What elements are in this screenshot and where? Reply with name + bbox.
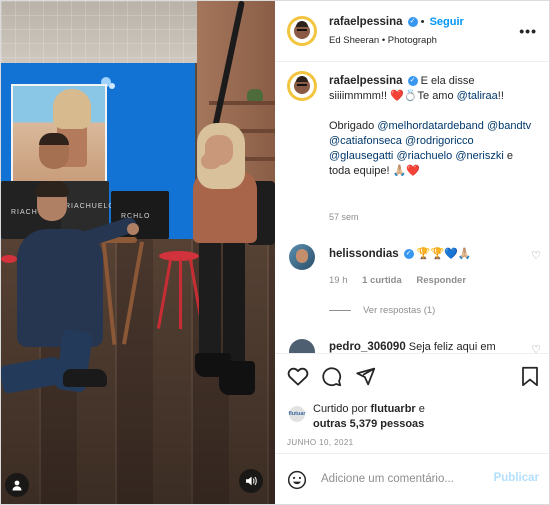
heart-icon[interactable]: [287, 366, 309, 386]
plant-pot: [247, 89, 263, 101]
comment-avatar[interactable]: [289, 244, 315, 270]
caption-username[interactable]: rafaelpessina: [329, 75, 403, 87]
verified-icon: ✓: [407, 17, 418, 28]
post-caption: rafaelpessina ✓ E ela disse siiiimmmm!! …: [329, 74, 533, 179]
woman-leg: [199, 239, 221, 363]
follow-button[interactable]: Seguir: [430, 16, 464, 28]
woman-boot: [219, 361, 255, 395]
add-comment-bar: Publicar: [275, 453, 549, 505]
comment-avatar[interactable]: [289, 339, 315, 353]
bag-label: RIACHUELO: [65, 203, 115, 210]
emoji-icon[interactable]: [287, 470, 307, 490]
post-media[interactable]: RIACH RIACHUELO RCHLO: [1, 1, 275, 504]
post-actions: flutuar Curtido por flutuarbr e outras 5…: [275, 353, 549, 454]
separator-dot: •: [420, 16, 425, 28]
liked-by-prefix: Curtido por: [313, 403, 371, 415]
caption-mention[interactable]: @taliraa: [457, 90, 498, 102]
woman-leg: [223, 239, 245, 367]
caption-text: Obrigado: [329, 120, 378, 132]
instagram-post: RIACH RIACHUELO RCHLO rafaelpessina ✓ • …: [0, 0, 550, 505]
caption-mention[interactable]: @catiafonseca: [329, 135, 402, 147]
caption-avatar[interactable]: [287, 71, 317, 101]
comment: helissondias ✓ 🏆🏆💙🙏🏼: [329, 247, 472, 260]
caption-emoji: 💍: [403, 90, 418, 102]
man-shoe: [63, 369, 107, 387]
user-tag-icon: [12, 480, 22, 491]
verified-icon: ✓: [403, 249, 414, 260]
more-icon[interactable]: •••: [519, 23, 537, 39]
sound-button[interactable]: [239, 469, 263, 493]
verified-icon: ✓: [407, 76, 418, 87]
caption-mention[interactable]: @neriszki: [455, 150, 503, 162]
reply-button[interactable]: Responder: [416, 275, 466, 286]
publish-button[interactable]: Publicar: [494, 472, 539, 484]
woman-hand: [201, 153, 221, 169]
caption-text: !!: [497, 90, 504, 102]
liked-by-user[interactable]: flutuarbr: [370, 403, 415, 415]
liker-avatar[interactable]: flutuar: [288, 406, 306, 422]
comment-meta: 19 h 1 curtida Responder: [329, 275, 466, 286]
caption-mention[interactable]: @melhordatardeband: [377, 120, 484, 132]
photo-man: [39, 133, 69, 169]
comment-likes[interactable]: 1 curtida: [362, 275, 402, 286]
comment-icon[interactable]: [321, 366, 342, 387]
comment-heart-icon[interactable]: ♡: [531, 249, 541, 262]
sound-icon: [246, 476, 257, 486]
man-hair: [35, 181, 69, 197]
liked-by-text: Curtido por flutuarbr e outras 5,379 pes…: [313, 402, 425, 432]
stool-leg: [179, 259, 182, 329]
likes-count[interactable]: outras 5,379 pessoas: [313, 418, 424, 430]
caption-mention[interactable]: @glausegatti: [329, 150, 393, 162]
author-avatar[interactable]: [287, 16, 317, 46]
post-header: rafaelpessina ✓ • Seguir Ed Sheeran • Ph…: [275, 1, 549, 62]
caption-text: Te amo: [417, 90, 457, 102]
author-username[interactable]: rafaelpessina: [329, 16, 403, 28]
caption-time[interactable]: 57 sem: [329, 212, 359, 222]
comment-text: 🏆🏆💙🙏🏼: [416, 248, 472, 260]
red-stool: [1, 255, 17, 263]
caption-emoji: 🙏🏼❤️: [392, 165, 421, 177]
comment-time[interactable]: 19 h: [329, 275, 348, 286]
view-replies-button[interactable]: Ver respostas (1): [329, 305, 435, 316]
kneeling-man: [17, 229, 103, 347]
share-icon[interactable]: [355, 366, 376, 387]
author-line: rafaelpessina ✓ • Seguir: [329, 16, 464, 28]
liked-by-suffix: e: [415, 403, 425, 415]
comment-heart-icon[interactable]: ♡: [531, 343, 541, 353]
bookmark-icon[interactable]: [521, 366, 539, 387]
comment-input[interactable]: [321, 468, 491, 490]
user-tag-button[interactable]: [5, 473, 29, 497]
bag-label: RIACH: [11, 209, 38, 216]
caption-mention[interactable]: @rodrigoricco: [405, 135, 474, 147]
comment-text: Seja feliz aqui em: [408, 341, 496, 353]
caption-mention[interactable]: @riachuelo: [396, 150, 452, 162]
comment: pedro_306090 Seja feliz aqui em: [329, 341, 496, 353]
post-date[interactable]: JUNHO 10, 2021: [287, 438, 354, 447]
comment-username[interactable]: helissondias: [329, 248, 399, 260]
audio-subtitle[interactable]: Ed Sheeran • Photograph: [329, 35, 437, 46]
comments-area: rafaelpessina ✓ E ela disse siiiimmmm!! …: [275, 61, 549, 353]
post-side-panel: rafaelpessina ✓ • Seguir Ed Sheeran • Ph…: [275, 1, 549, 504]
caption-emoji: ❤️: [390, 90, 404, 102]
caption-mention[interactable]: @bandtv: [487, 120, 531, 132]
comment-username[interactable]: pedro_306090: [329, 341, 406, 353]
man-hand: [127, 223, 139, 235]
